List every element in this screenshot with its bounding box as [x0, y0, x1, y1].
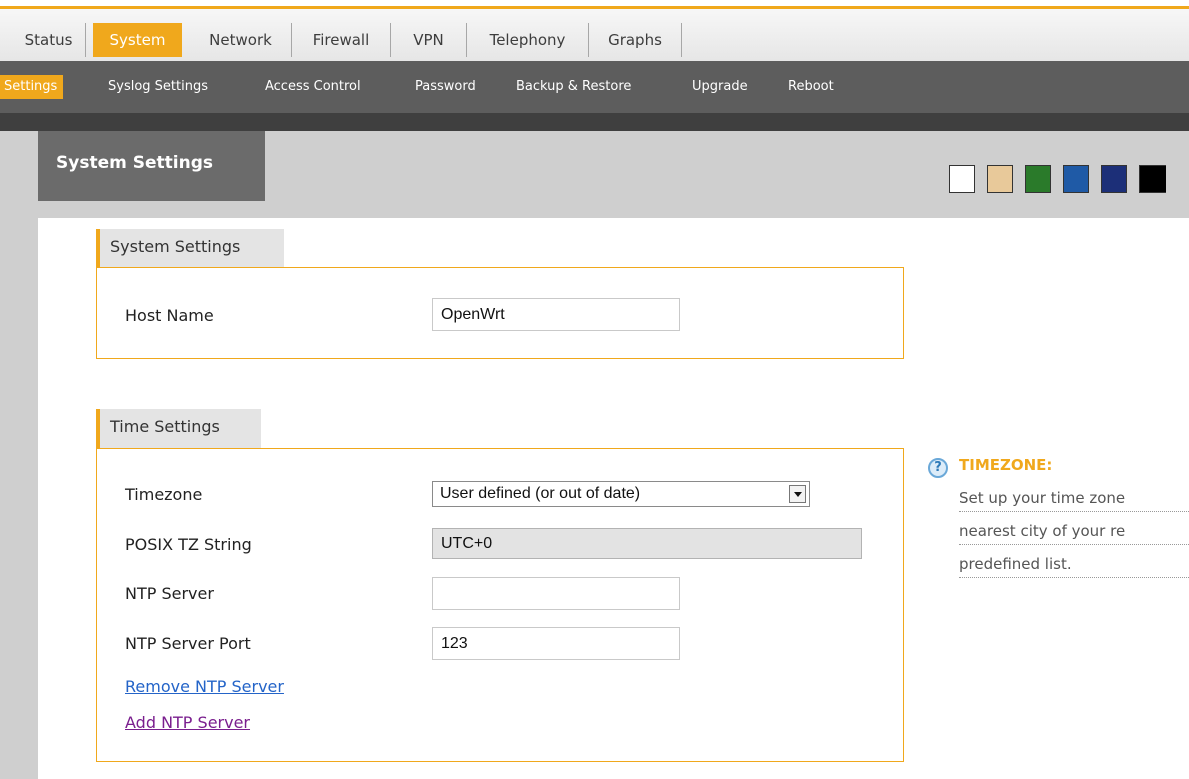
posix-tz-input[interactable] [432, 528, 862, 559]
tab-firewall[interactable]: Firewall [292, 23, 391, 57]
timezone-selected-value: User defined (or out of date) [440, 485, 641, 502]
ntp-port-input[interactable] [432, 627, 680, 660]
subnav-reboot[interactable]: Reboot [788, 75, 834, 99]
tab-vpn[interactable]: VPN [391, 23, 467, 57]
page-title: System Settings [38, 131, 265, 201]
add-ntp-server-link[interactable]: Add NTP Server [125, 713, 250, 732]
subnav-syslog-settings[interactable]: Syslog Settings [108, 75, 208, 99]
posix-tz-label: POSIX TZ String [125, 535, 252, 554]
swatch-green[interactable] [1025, 165, 1051, 193]
subnav-backup-restore[interactable]: Backup & Restore [516, 75, 631, 99]
ntp-server-input[interactable] [432, 577, 680, 610]
swatch-blue[interactable] [1063, 165, 1089, 193]
sub-nav: Settings Syslog Settings Access Control … [0, 61, 1189, 113]
section-tab-time-settings: Time Settings [96, 409, 261, 449]
ntp-server-label: NTP Server [125, 584, 214, 603]
help-line: predefined list. [959, 555, 1189, 578]
tab-divider [681, 23, 682, 57]
swatch-white[interactable] [949, 165, 975, 193]
help-line: Set up your time zone [959, 489, 1189, 512]
swatch-beige[interactable] [987, 165, 1013, 193]
swatch-navy[interactable] [1101, 165, 1127, 193]
main-nav: Status System Network Firewall VPN Telep… [0, 9, 1189, 61]
remove-ntp-server-link[interactable]: Remove NTP Server [125, 677, 284, 696]
tab-graphs[interactable]: Graphs [589, 23, 681, 57]
section-tab-system-settings: System Settings [96, 229, 284, 267]
subnav-settings[interactable]: Settings [0, 75, 64, 99]
chevron-down-icon[interactable] [789, 485, 806, 503]
tab-system[interactable]: System [93, 23, 182, 57]
top-strip [0, 0, 1189, 9]
ntp-port-label: NTP Server Port [125, 634, 251, 653]
tab-network[interactable]: Network [190, 23, 292, 57]
dark-bar [0, 113, 1189, 131]
help-title: TIMEZONE: [959, 456, 1053, 474]
question-icon: ? [928, 458, 948, 478]
help-line: nearest city of your re [959, 522, 1189, 545]
subnav-upgrade[interactable]: Upgrade [692, 75, 748, 99]
subnav-password[interactable]: Password [415, 75, 476, 99]
host-name-input[interactable] [432, 298, 680, 331]
subnav-access-control[interactable]: Access Control [265, 75, 361, 99]
tab-telephony[interactable]: Telephony [467, 23, 589, 57]
timezone-label: Timezone [125, 485, 203, 504]
host-name-label: Host Name [125, 306, 214, 325]
swatch-black[interactable] [1139, 165, 1166, 193]
tab-status[interactable]: Status [12, 23, 86, 57]
timezone-select[interactable]: User defined (or out of date) [432, 481, 810, 507]
